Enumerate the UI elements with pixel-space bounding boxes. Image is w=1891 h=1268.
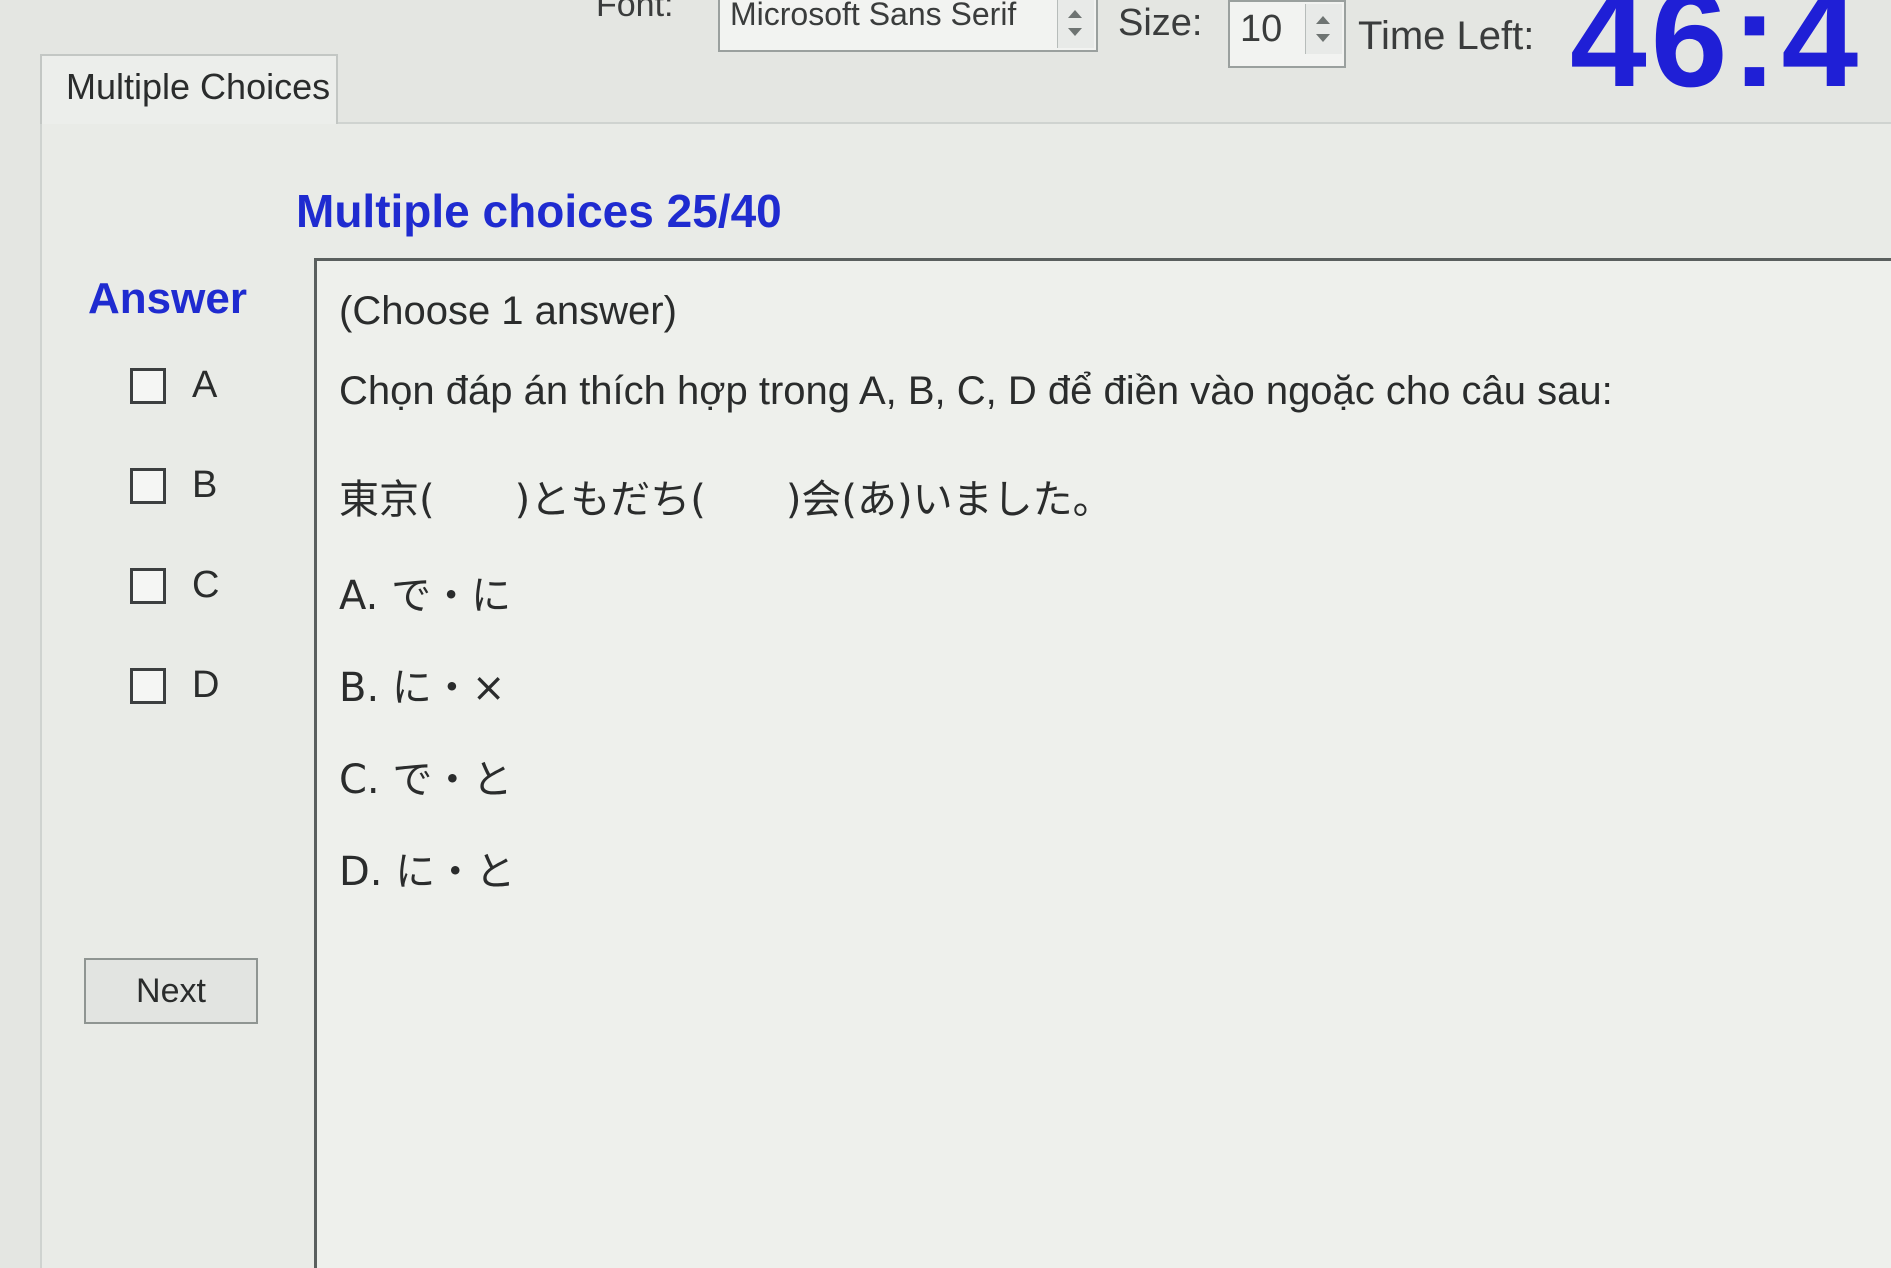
spin-down-icon[interactable] [1068,28,1082,36]
font-spin-control[interactable] [1057,0,1094,48]
question-instruction: (Choose 1 answer) [339,289,677,333]
size-label: Size: [1118,2,1203,44]
checkbox-b[interactable] [130,468,166,504]
time-left-value: 46:4 [1570,0,1863,116]
next-button[interactable]: Next [84,958,258,1024]
font-label: Font: [596,0,674,24]
question-option-d: D. に・と [339,849,516,895]
question-option-a: A. で・に [339,573,512,619]
tab-label: Multiple Choices [66,66,331,107]
answer-title: Answer [88,274,247,323]
option-letter: B [192,464,218,506]
checkbox-d[interactable] [130,668,166,704]
option-letter: A [192,364,218,406]
answer-option-d[interactable]: D [128,660,248,710]
time-left-label: Time Left: [1358,14,1535,58]
spin-up-icon[interactable] [1068,10,1082,18]
font-select-value: Microsoft Sans Serif [730,0,1017,32]
size-value: 10 [1240,8,1283,50]
question-sentence: 東京( )ともだち( )会(あ)いました。 [339,477,1113,523]
size-select[interactable]: 10 [1228,0,1346,68]
spin-down-icon[interactable] [1316,34,1330,42]
size-spin-control[interactable] [1305,4,1342,54]
checkbox-c[interactable] [130,568,166,604]
toolbar: Font: Microsoft Sans Serif Size: 10 Time… [0,0,1891,116]
option-letter: D [192,664,220,706]
font-select[interactable]: Microsoft Sans Serif [718,0,1098,52]
question-panel: (Choose 1 answer) Chọn đáp án thích hợp … [314,258,1891,1268]
spin-up-icon[interactable] [1316,16,1330,24]
option-letter: C [192,564,220,606]
tab-multiple-choices[interactable]: Multiple Choices [40,54,338,124]
answer-option-c[interactable]: C [128,560,248,610]
question-option-b: B. に・× [339,665,506,711]
answer-option-b[interactable]: B [128,460,248,510]
section-title: Multiple choices 25/40 [296,185,782,237]
question-prompt: Chọn đáp án thích hợp trong A, B, C, D đ… [339,369,1613,413]
checkbox-a[interactable] [130,368,166,404]
question-option-c: C. で・と [339,757,513,803]
answer-option-a[interactable]: A [128,360,248,410]
